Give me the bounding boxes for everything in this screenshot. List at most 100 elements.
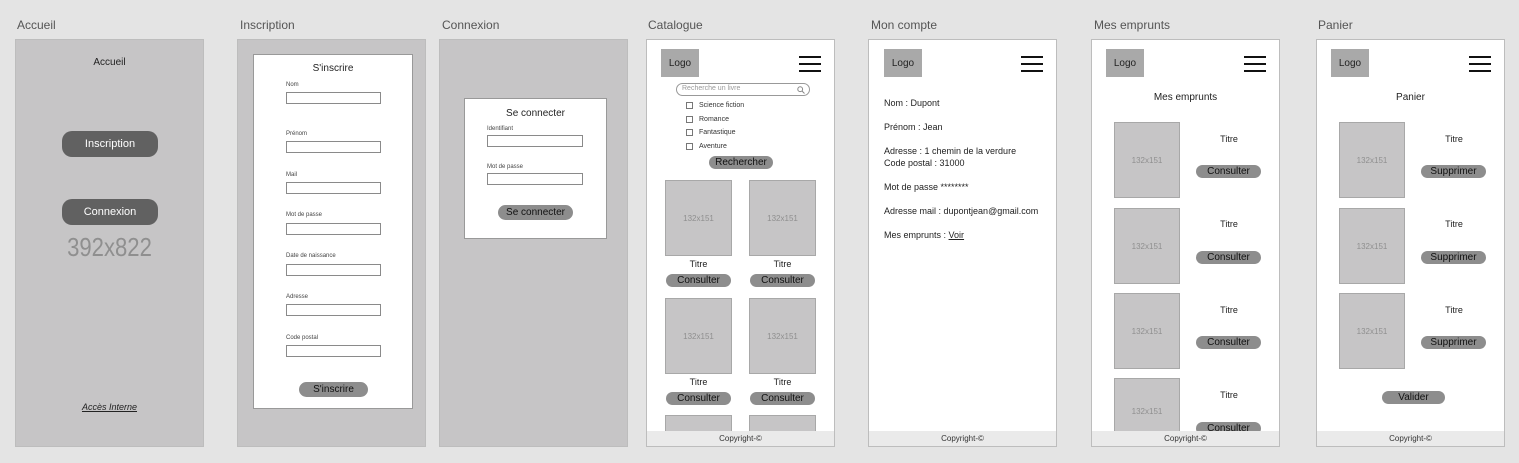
- footer-copyright: Copyright-©: [647, 431, 834, 446]
- book-title: Titre: [1445, 134, 1463, 144]
- book-title: Titre: [689, 259, 708, 269]
- supprimer-button[interactable]: Supprimer: [1421, 251, 1486, 264]
- adresse-input[interactable]: [286, 304, 381, 316]
- book-title: Titre: [1445, 219, 1463, 229]
- account-nom: Nom : Dupont: [884, 98, 940, 108]
- inscription-form: S'inscrire Nom Prénom Mail Mot de passe …: [253, 54, 413, 409]
- emprunts-label: Mes emprunts :: [884, 230, 947, 240]
- mail-input[interactable]: [286, 182, 381, 194]
- identifiant-input[interactable]: [487, 135, 583, 147]
- frame-title-mon-compte: Mon compte: [871, 18, 938, 32]
- frame-inscription: S'inscrire Nom Prénom Mail Mot de passe …: [237, 39, 426, 447]
- connexion-heading: Se connecter: [506, 108, 565, 119]
- frame-title-accueil: Accueil: [17, 18, 56, 32]
- frame-catalogue: Logo Recherche un livre Science fiction …: [646, 39, 835, 447]
- mot-de-passe-input[interactable]: [286, 223, 381, 235]
- logo[interactable]: Logo: [1106, 49, 1144, 77]
- book-title: Titre: [689, 377, 708, 387]
- field-label-prenom: Prénom: [286, 131, 308, 137]
- date-naissance-input[interactable]: [286, 264, 381, 276]
- supprimer-button[interactable]: Supprimer: [1421, 336, 1486, 349]
- nom-input[interactable]: [286, 92, 381, 104]
- consulter-button[interactable]: Consulter: [1196, 165, 1261, 178]
- book-image-placeholder: 132x151: [1339, 208, 1405, 284]
- logo[interactable]: Logo: [661, 49, 699, 77]
- account-adresse: Adresse : 1 chemin de la verdure: [884, 146, 1017, 156]
- book-image-placeholder: 132x151: [1114, 122, 1180, 198]
- book-image-placeholder: 132x151: [749, 180, 816, 256]
- search-input[interactable]: Recherche un livre: [676, 83, 810, 96]
- category-checkbox[interactable]: [686, 102, 693, 109]
- consulter-button[interactable]: Consulter: [750, 392, 815, 405]
- hamburger-menu-icon[interactable]: [1021, 56, 1043, 72]
- rechercher-button[interactable]: Rechercher: [709, 156, 773, 169]
- book-image-placeholder: 132x151: [1114, 378, 1180, 438]
- search-icon: [797, 86, 805, 94]
- field-label-identifiant: Identifiant: [487, 126, 514, 132]
- book-image-placeholder: 132x151: [1114, 293, 1180, 369]
- book-image-placeholder: 132x151: [1114, 208, 1180, 284]
- field-label-mail: Mail: [286, 172, 298, 178]
- consulter-button[interactable]: Consulter: [750, 274, 815, 287]
- account-mail: Adresse mail : dupontjean@gmail.com: [884, 206, 1039, 216]
- category-label: Science fiction: [699, 102, 745, 109]
- frame-panier: Logo Panier 132x151 Titre Supprimer 132x…: [1316, 39, 1505, 447]
- account-emprunts: Mes emprunts : Voir: [884, 230, 964, 240]
- category-checkbox[interactable]: [686, 143, 693, 150]
- logo[interactable]: Logo: [884, 49, 922, 77]
- mot-de-passe-input[interactable]: [487, 173, 583, 185]
- frame-title-mes-emprunts: Mes emprunts: [1094, 18, 1171, 32]
- book-title: Titre: [1220, 305, 1238, 315]
- valider-button[interactable]: Valider: [1382, 391, 1445, 404]
- hamburger-menu-icon[interactable]: [1469, 56, 1491, 72]
- footer-copyright: Copyright-©: [1092, 431, 1279, 446]
- book-image-placeholder: 132x151: [1339, 122, 1405, 198]
- category-label: Aventure: [699, 143, 727, 150]
- footer-copyright: Copyright-©: [869, 431, 1056, 446]
- hamburger-menu-icon[interactable]: [799, 56, 821, 72]
- category-checkbox[interactable]: [686, 116, 693, 123]
- book-title: Titre: [1445, 305, 1463, 315]
- book-title: Titre: [773, 259, 792, 269]
- voir-link[interactable]: Voir: [949, 230, 965, 240]
- frame-accueil: Accueil Inscription Connexion 392x822 Ac…: [15, 39, 204, 447]
- footer-copyright: Copyright-©: [1317, 431, 1504, 446]
- book-title: Titre: [1220, 390, 1238, 400]
- size-label: 392x822: [67, 232, 152, 262]
- frame-title-connexion: Connexion: [442, 18, 500, 32]
- book-title: Titre: [1220, 134, 1238, 144]
- connexion-form: Se connecter Identifiant Mot de passe Se…: [464, 98, 607, 239]
- category-label: Fantastique: [699, 129, 736, 136]
- logo[interactable]: Logo: [1331, 49, 1369, 77]
- code-postal-input[interactable]: [286, 345, 381, 357]
- frame-mon-compte: Logo Nom : Dupont Prénom : Jean Adresse …: [868, 39, 1057, 447]
- prenom-input[interactable]: [286, 141, 381, 153]
- book-title: Titre: [773, 377, 792, 387]
- inscription-button[interactable]: Inscription: [62, 131, 158, 157]
- field-label-nom: Nom: [286, 82, 299, 88]
- consulter-button[interactable]: Consulter: [1196, 336, 1261, 349]
- frame-title-panier: Panier: [1318, 18, 1353, 32]
- frame-title-catalogue: Catalogue: [648, 18, 703, 32]
- hamburger-menu-icon[interactable]: [1244, 56, 1266, 72]
- acces-interne-link[interactable]: Accès Interne: [16, 402, 203, 412]
- field-label-adresse: Adresse: [286, 294, 309, 300]
- search-placeholder: Recherche un livre: [682, 85, 741, 92]
- account-prenom: Prénom : Jean: [884, 122, 943, 132]
- category-checkbox[interactable]: [686, 129, 693, 136]
- book-image-placeholder: 132x151: [1339, 293, 1405, 369]
- field-label-mot-de-passe: Mot de passe: [487, 164, 524, 170]
- consulter-button[interactable]: Consulter: [666, 392, 731, 405]
- account-code-postal: Code postal : 31000: [884, 158, 965, 168]
- sinscrire-button[interactable]: S'inscrire: [299, 382, 368, 397]
- consulter-button[interactable]: Consulter: [666, 274, 731, 287]
- consulter-button[interactable]: Consulter: [1196, 251, 1261, 264]
- field-label-mot-de-passe: Mot de passe: [286, 212, 323, 218]
- panier-heading: Panier: [1396, 92, 1425, 103]
- se-connecter-button[interactable]: Se connecter: [498, 205, 573, 220]
- book-image-placeholder: 132x151: [665, 180, 732, 256]
- supprimer-button[interactable]: Supprimer: [1421, 165, 1486, 178]
- emprunts-heading: Mes emprunts: [1153, 92, 1218, 103]
- book-image-placeholder: 132x151: [665, 298, 732, 374]
- connexion-button[interactable]: Connexion: [62, 199, 158, 225]
